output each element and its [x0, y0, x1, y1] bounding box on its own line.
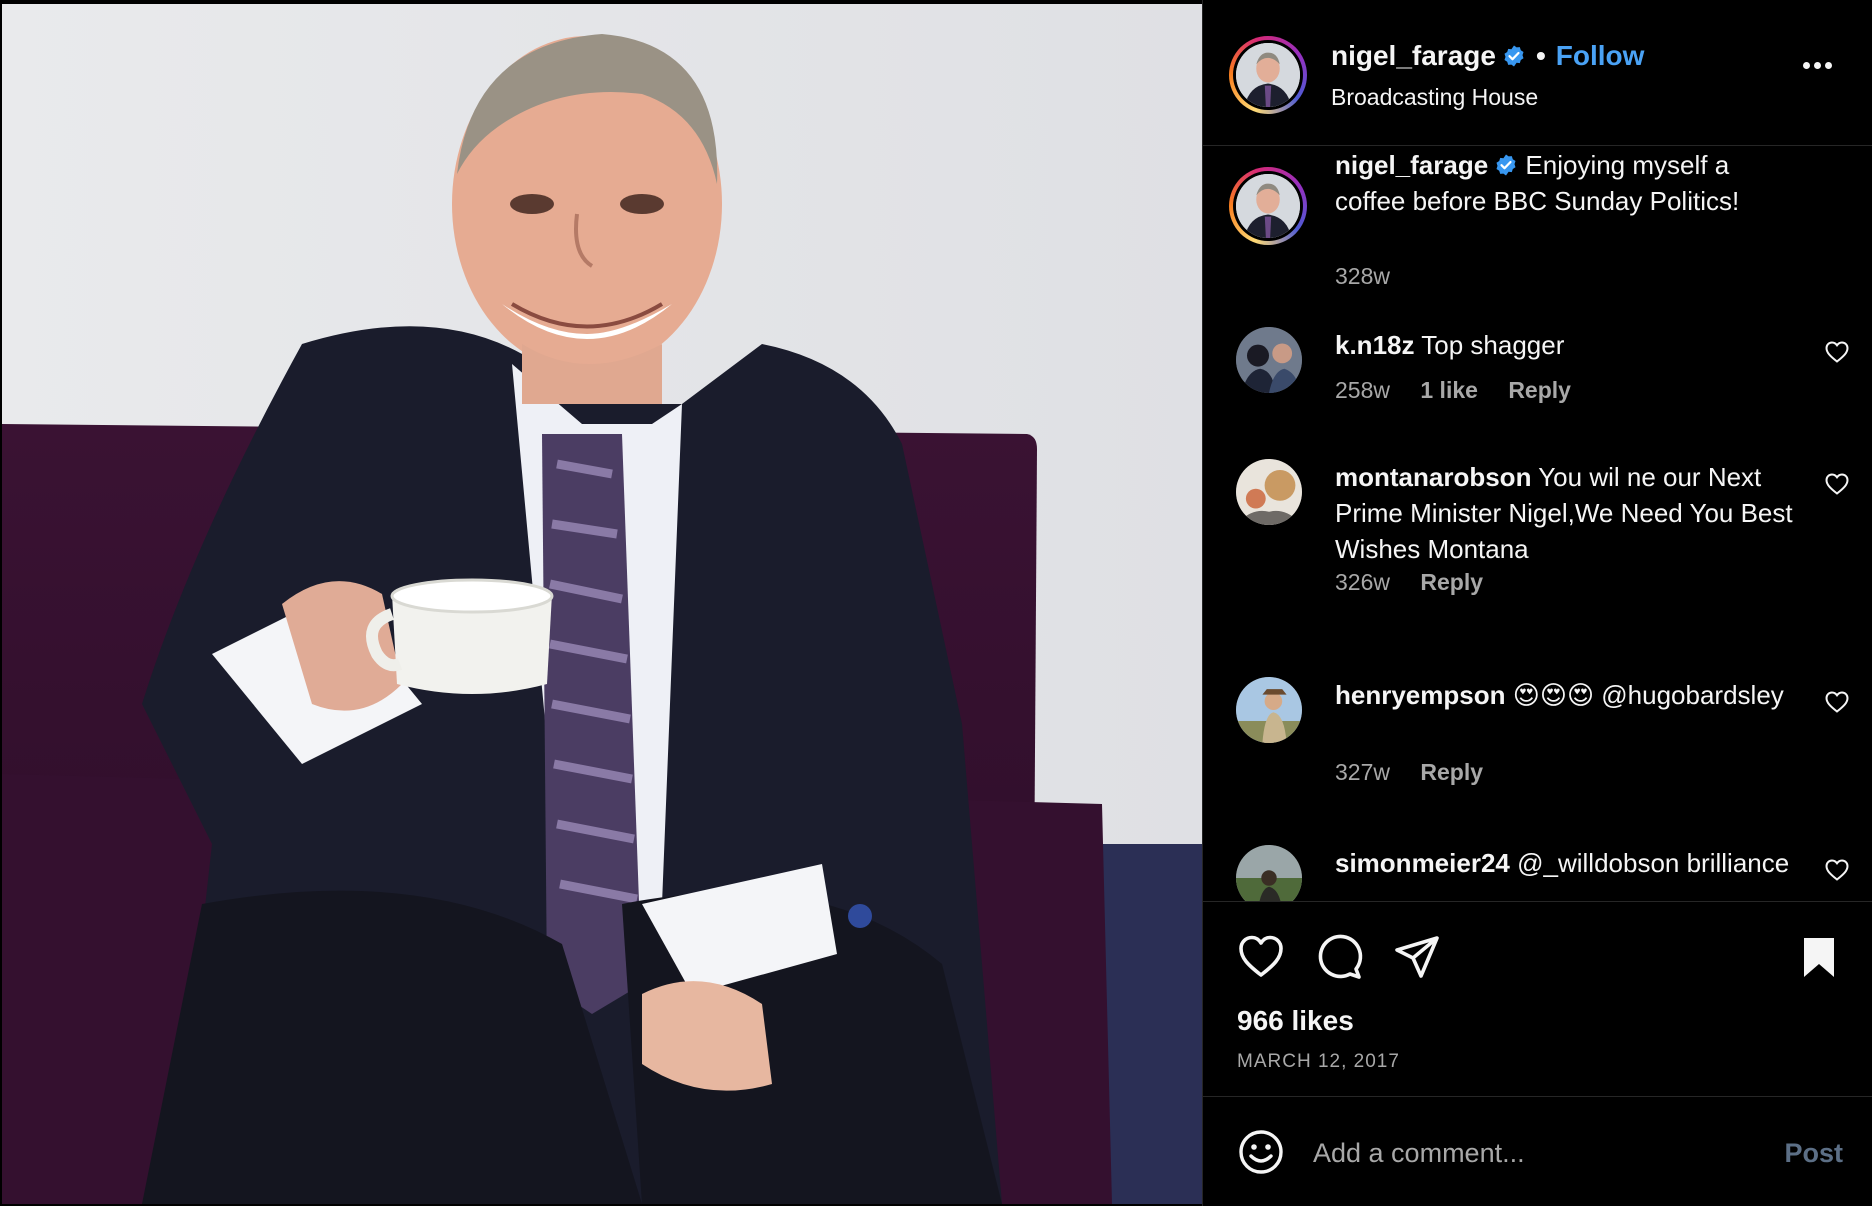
commenter-avatar[interactable] [1236, 459, 1302, 525]
comment-text: 😍😍😍 @hugobardsley [1512, 680, 1784, 710]
commenter-avatar-image [1236, 845, 1302, 901]
caption-author-avatar[interactable] [1229, 167, 1307, 245]
comment-age: 327w [1335, 759, 1390, 785]
comment-text-block: henryempson 😍😍😍 @hugobardsley [1335, 677, 1795, 713]
post-comment-button[interactable]: Post [1784, 1138, 1843, 1169]
reply-button[interactable]: Reply [1420, 759, 1483, 785]
bookmark-icon[interactable] [1795, 933, 1843, 981]
author-name-row: nigel_farage • Follow [1331, 40, 1644, 72]
comment-item: montanarobson You wil ne our Next Prime … [1203, 459, 1872, 619]
comment-heart-icon[interactable] [1825, 859, 1849, 881]
reply-button[interactable]: Reply [1508, 377, 1571, 403]
verified-badge-icon [1504, 45, 1524, 67]
caption-item: nigel_farage Enjoying myself a coffee be… [1203, 147, 1872, 297]
comment-like-count[interactable]: 1 like [1420, 377, 1478, 403]
comment-meta: 258w 1 like Reply [1335, 377, 1595, 404]
caption-avatar-image [1236, 174, 1300, 238]
post-photo[interactable] [2, 4, 1202, 1204]
comment-text-block: k.n18z Top shagger [1335, 327, 1795, 363]
comment-heart-icon[interactable] [1825, 473, 1849, 495]
comment-heart-icon[interactable] [1825, 341, 1849, 363]
post-date: MARCH 12, 2017 [1237, 1051, 1400, 1072]
reply-button[interactable]: Reply [1420, 569, 1483, 595]
commenter-avatar-image [1236, 677, 1302, 743]
photo-illustration [2, 4, 1202, 1204]
caption-text-block: nigel_farage Enjoying myself a coffee be… [1335, 147, 1795, 219]
commenter-avatar[interactable] [1236, 677, 1302, 743]
commenter-avatar[interactable] [1236, 845, 1302, 901]
caption-verified-badge-icon [1496, 154, 1516, 176]
more-options-icon[interactable] [1803, 56, 1843, 80]
comment-username[interactable]: simonmeier24 [1335, 848, 1510, 878]
author-username[interactable]: nigel_farage [1331, 40, 1496, 71]
heart-icon[interactable] [1237, 933, 1285, 981]
add-comment-bar: Post [1203, 1098, 1872, 1206]
separator-dot: • [1535, 40, 1546, 71]
commenter-avatar-image [1236, 327, 1302, 393]
follow-button[interactable]: Follow [1556, 40, 1645, 71]
post-side-panel: nigel_farage • Follow Broadcasting House [1202, 0, 1872, 1206]
comment-username[interactable]: k.n18z [1335, 330, 1415, 360]
caption-age: 328w [1335, 263, 1390, 289]
comment-item: henryempson 😍😍😍 @hugobardsley 327w Reply [1203, 677, 1872, 787]
comment-age: 326w [1335, 569, 1390, 595]
comment-text: Top shagger [1421, 330, 1565, 360]
post-header: nigel_farage • Follow Broadcasting House [1203, 0, 1872, 146]
like-count[interactable]: 966 likes [1237, 1005, 1354, 1037]
comment-username[interactable]: montanarobson [1335, 462, 1531, 492]
instagram-post: nigel_farage • Follow Broadcasting House [0, 0, 1872, 1206]
comment-item: simonmeier24 @_willdobson brilliance [1203, 845, 1872, 901]
comment-heart-icon[interactable] [1825, 691, 1849, 713]
comment-meta: 326w Reply [1335, 569, 1507, 596]
author-avatar[interactable] [1229, 36, 1307, 114]
emoji-icon[interactable] [1237, 1128, 1285, 1176]
caption-meta: 328w [1335, 263, 1414, 290]
comment-age: 258w [1335, 377, 1390, 403]
post-location[interactable]: Broadcasting House [1331, 84, 1538, 111]
commenter-avatar[interactable] [1236, 327, 1302, 393]
comment-text: @_willdobson brilliance [1517, 848, 1790, 878]
share-icon[interactable] [1393, 933, 1441, 981]
comments-list[interactable]: nigel_farage Enjoying myself a coffee be… [1203, 147, 1872, 902]
author-avatar-image [1236, 43, 1300, 107]
comment-icon[interactable] [1315, 933, 1363, 981]
comment-username[interactable]: henryempson [1335, 680, 1506, 710]
post-actions: 966 likes MARCH 12, 2017 [1203, 903, 1872, 1097]
comment-text-block: montanarobson You wil ne our Next Prime … [1335, 459, 1795, 567]
comment-text-block: simonmeier24 @_willdobson brilliance [1335, 845, 1795, 881]
caption-username[interactable]: nigel_farage [1335, 150, 1488, 180]
commenter-avatar-image [1236, 459, 1302, 525]
comment-input[interactable] [1313, 1128, 1763, 1178]
comment-item: k.n18z Top shagger 258w 1 like Reply [1203, 327, 1872, 437]
comment-meta: 327w Reply [1335, 759, 1507, 786]
